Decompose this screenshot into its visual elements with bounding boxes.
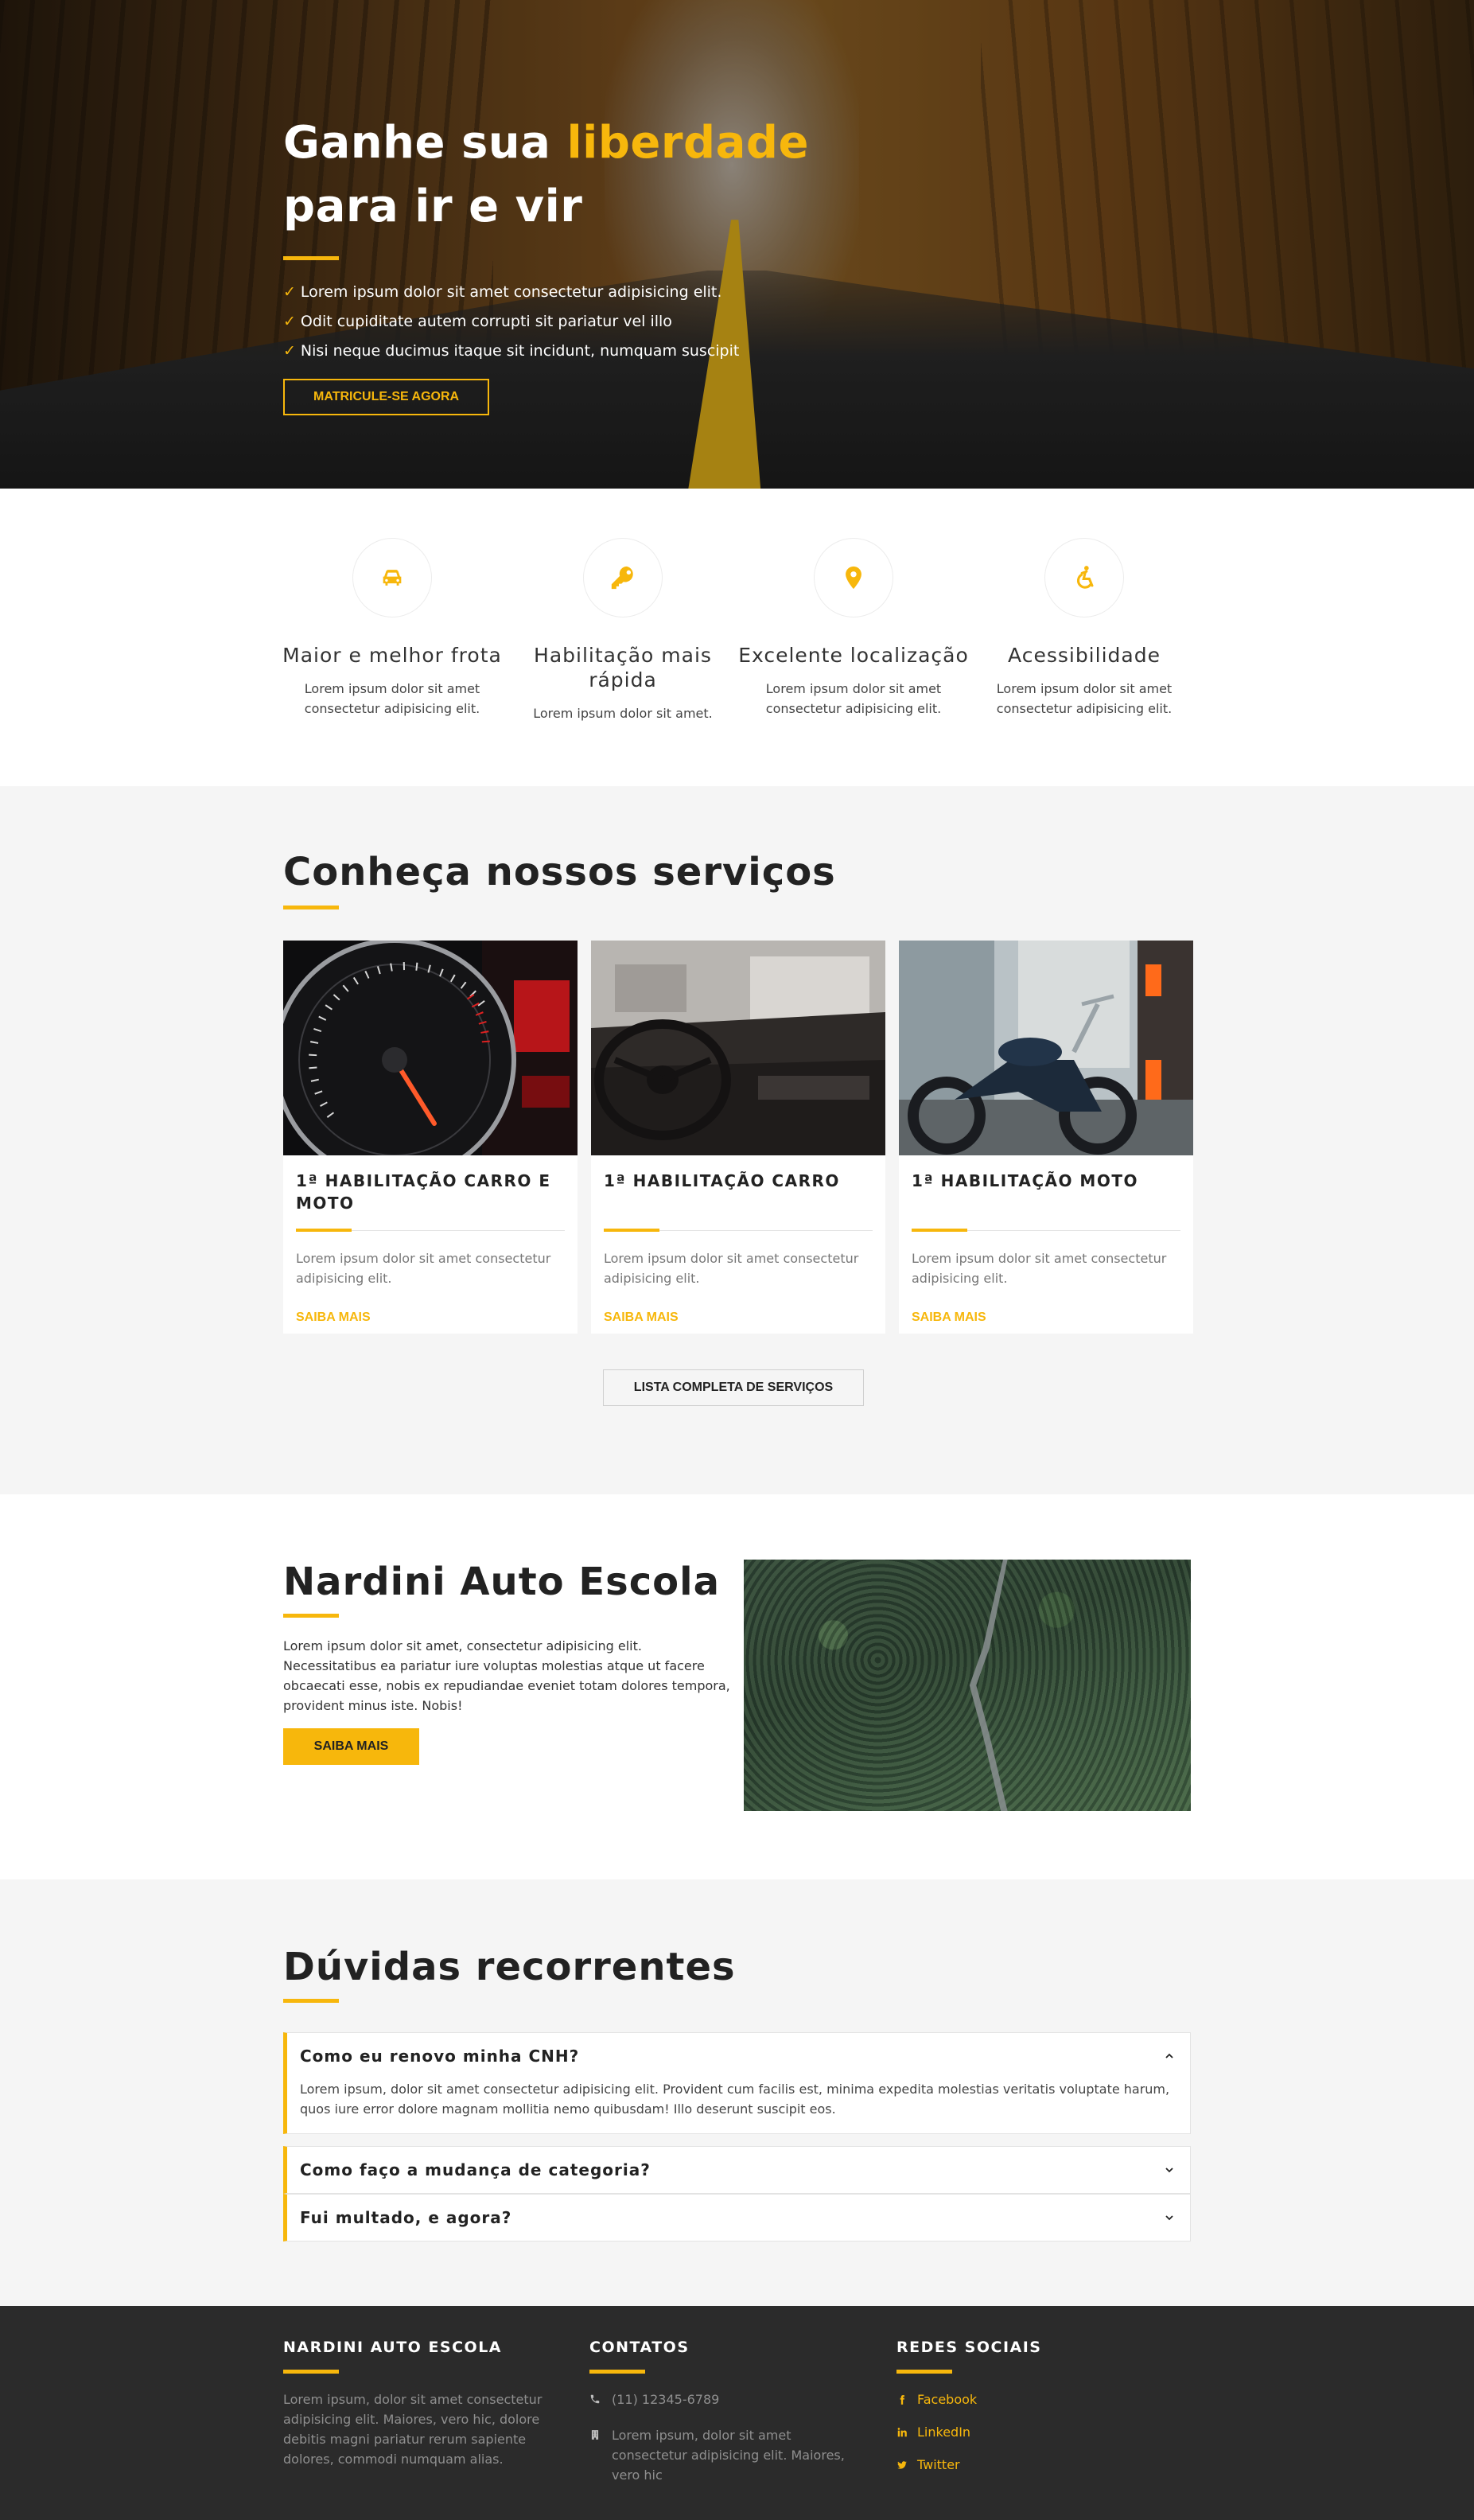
chevron-down-icon [1165,2215,1173,2221]
feature-title: Excelente localização [738,644,969,667]
faq-question: Como eu renovo minha CNH? [300,2047,580,2066]
linkedin-icon [897,2427,907,2436]
service-card-title: 1ª HABILITAÇÃO CARRO E MOTO [296,1171,551,1213]
service-card-text: Lorem ipsum dolor sit amet consectetur a… [912,1251,1167,1286]
about-title: Nardini Auto Escola [283,1560,720,1604]
feature-text: Lorem ipsum dolor sit amet consectetur a… [996,681,1173,716]
services-title-underline [283,906,339,909]
hero-title: Ganhe sua liberdade para ir e vir [283,117,809,232]
hero-bullet: ✓ Odit cupiditate autem corrupti sit pari… [283,313,672,330]
service-cards: 1ª HABILITAÇÃO CARRO E MOTO Lorem ipsum … [283,941,1193,1334]
feature-fast-license: Habilitação mais rápida Lorem ipsum dolo… [508,538,738,723]
hero-section: Ganhe sua liberdade para ir e vir ✓ Lorem… [0,0,1474,489]
about-learn-more-button[interactable]: SAIBA MAIS [283,1728,419,1765]
footer: NARDINI AUTO ESCOLA Lorem ipsum, dolor s… [0,2306,1474,2520]
learn-more-link[interactable]: SAIBA MAIS [604,1311,873,1325]
feature-title: Habilitação mais rápida [534,644,712,691]
hero-title-accent: liberdade [566,117,809,169]
footer-phone[interactable]: (11) 12345-6789 [589,2390,860,2409]
enroll-now-button[interactable]: MATRICULE-SE AGORA [283,379,490,415]
motorcycle-photo [899,941,1193,1155]
linkedin-link[interactable]: LinkedIn [896,2422,1167,2442]
phone-icon [590,2394,600,2404]
faq-question-toggle[interactable]: Como eu renovo minha CNH? [287,2033,1190,2079]
faq-question-toggle[interactable]: Fui multado, e agora? [287,2195,1190,2241]
footer-social-title: REDES SOCIAIS [896,2339,1042,2356]
accessibility-icon [1076,566,1094,589]
about-section: Nardini Auto Escola Lorem ipsum dolor si… [0,1494,1474,1879]
hero-bullet: ✓ Nisi neque ducimus itaque sit incidunt,… [283,342,740,360]
feature-location: Excelente localização Lorem ipsum dolor … [738,538,969,723]
about-text: Lorem ipsum dolor sit amet, consectetur … [283,1638,730,1713]
car-icon [383,570,402,586]
key-icon [611,566,633,590]
footer-about-text: Lorem ipsum, dolor sit amet consectetur … [283,2392,543,2467]
chevron-up-icon [1165,2053,1173,2058]
faq-question: Fui multado, e agora? [300,2208,512,2227]
faq-title-underline [283,1999,339,2003]
faq-item: Fui multado, e agora? [283,2194,1191,2242]
services-section: Conheça nossos serviços 1ª HABILITAÇÃO C… [0,786,1474,1494]
footer-about-title: NARDINI AUTO ESCOLA [283,2339,503,2356]
car-interior-photo [591,941,885,1155]
footer-address: Lorem ipsum, dolor sit amet consectetur … [589,2425,860,2485]
service-card-title: 1ª HABILITAÇÃO CARRO [604,1171,840,1190]
faq-title: Dúvidas recorrentes [283,1945,736,1989]
check-icon: ✓ [283,342,296,360]
check-icon: ✓ [283,313,296,330]
faq-section: Dúvidas recorrentes Como eu renovo minha… [0,1879,1474,2306]
feature-text: Lorem ipsum dolor sit amet consectetur a… [765,681,942,716]
map-pin-icon [846,566,861,590]
hero-bullet: ✓ Lorem ipsum dolor sit amet consectetur … [283,283,722,301]
building-icon [591,2430,599,2440]
feature-fleet: Maior e melhor frota Lorem ipsum dolor s… [277,538,508,723]
hero-content: Ganhe sua liberdade para ir e vir ✓ Lorem… [283,111,920,415]
hero-title-underline [283,256,339,260]
hero-bullets: ✓ Lorem ipsum dolor sit amet consectetur … [283,278,920,366]
footer-social: REDES SOCIAIS Facebook LinkedIn Twitter [896,2338,1167,2475]
full-services-list-button[interactable]: LISTA COMPLETA DE SERVIÇOS [603,1369,864,1406]
service-card-title: 1ª HABILITAÇÃO MOTO [912,1171,1138,1190]
features-section: Maior e melhor frota Lorem ipsum dolor s… [0,489,1474,786]
footer-contacts-title: CONTATOS [589,2339,690,2356]
service-card-text: Lorem ipsum dolor sit amet consectetur a… [296,1251,551,1286]
footer-about: NARDINI AUTO ESCOLA Lorem ipsum, dolor s… [283,2338,554,2469]
feature-title: Acessibilidade [1008,644,1161,667]
service-card: 1ª HABILITAÇÃO CARRO E MOTO Lorem ipsum … [283,941,578,1334]
services-title: Conheça nossos serviços [283,850,836,894]
learn-more-link[interactable]: SAIBA MAIS [912,1311,1180,1325]
chevron-down-icon [1165,2168,1173,2173]
feature-text: Lorem ipsum dolor sit amet. [533,706,713,721]
feature-title: Maior e melhor frota [282,644,502,667]
facebook-link[interactable]: Facebook [896,2390,1167,2409]
footer-contacts: CONTATOS (11) 12345-6789 Lorem ipsum, do… [589,2338,860,2485]
service-card-text: Lorem ipsum dolor sit amet consectetur a… [604,1251,859,1286]
twitter-icon [897,2460,907,2469]
about-title-underline [283,1614,339,1618]
feature-accessibility: Acessibilidade Lorem ipsum dolor sit ame… [969,538,1200,723]
learn-more-link[interactable]: SAIBA MAIS [296,1311,565,1325]
faq-answer: Lorem ipsum, dolor sit amet consectetur … [300,2082,1170,2117]
service-card: 1ª HABILITAÇÃO MOTO Lorem ipsum dolor si… [899,941,1193,1334]
speedometer-photo [283,941,578,1155]
service-card: 1ª HABILITAÇÃO CARRO Lorem ipsum dolor s… [591,941,885,1334]
faq-question: Como faço a mudança de categoria? [300,2160,651,2179]
faq-question-toggle[interactable]: Como faço a mudança de categoria? [287,2147,1190,2193]
twitter-link[interactable]: Twitter [896,2455,1167,2475]
check-icon: ✓ [283,283,296,301]
facebook-icon [900,2394,904,2405]
feature-text: Lorem ipsum dolor sit amet consectetur a… [304,681,480,716]
faq-item: Como faço a mudança de categoria? [283,2146,1191,2194]
faq-item: Como eu renovo minha CNH? Lorem ipsum, d… [283,2032,1191,2134]
forest-road-photo [744,1560,1191,1811]
